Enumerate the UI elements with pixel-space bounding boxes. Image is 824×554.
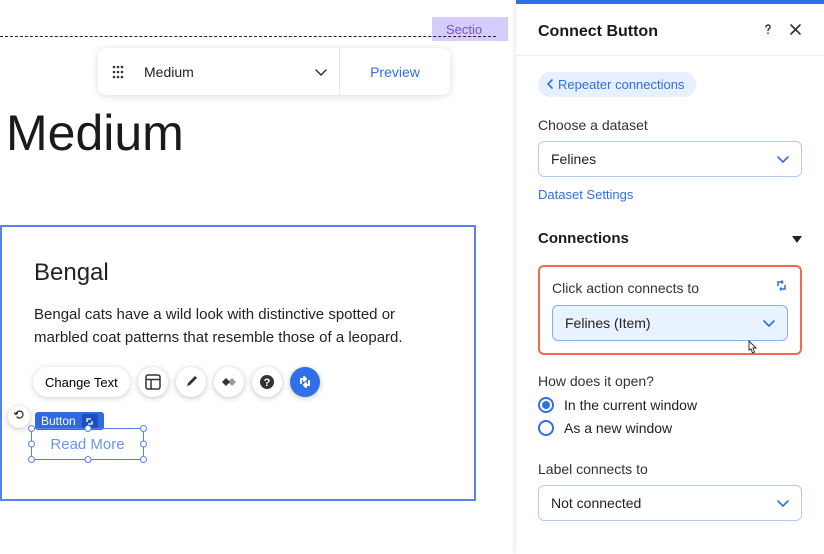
preview-button[interactable]: Preview bbox=[340, 48, 450, 95]
resize-handle[interactable] bbox=[28, 456, 35, 463]
close-icon[interactable] bbox=[789, 23, 802, 41]
preview-label: Preview bbox=[370, 64, 420, 80]
change-text-label: Change Text bbox=[45, 375, 118, 390]
heading-size-dropdown[interactable]: Medium bbox=[138, 48, 340, 95]
back-chip-label: Repeater connections bbox=[558, 77, 684, 92]
page-heading[interactable]: Medium bbox=[6, 104, 184, 162]
connect-data-icon-button[interactable] bbox=[290, 367, 320, 397]
resize-handle[interactable] bbox=[28, 425, 35, 432]
undo-icon bbox=[13, 408, 26, 426]
dataset-select-value: Felines bbox=[551, 151, 596, 167]
chevron-down-icon bbox=[315, 64, 327, 80]
resize-handle[interactable] bbox=[140, 425, 147, 432]
connections-heading: Connections bbox=[538, 230, 629, 247]
section-tag-label: Sectio bbox=[446, 22, 482, 37]
drag-handle[interactable] bbox=[98, 48, 138, 95]
click-action-highlight: Click action connects to Felines (Item) bbox=[538, 265, 802, 355]
selected-element-label: Button bbox=[41, 414, 76, 428]
radio-current-window[interactable]: In the current window bbox=[538, 397, 802, 413]
chevron-down-icon bbox=[777, 495, 789, 511]
drag-handle-icon bbox=[112, 65, 124, 79]
section-tag[interactable]: Sectio bbox=[432, 17, 508, 41]
undo-button[interactable] bbox=[8, 406, 30, 428]
animation-icon-button[interactable] bbox=[214, 367, 244, 397]
help-icon[interactable] bbox=[761, 22, 775, 41]
animation-icon bbox=[220, 375, 238, 389]
read-more-label: Read More bbox=[50, 436, 124, 453]
read-more-button[interactable]: Read More bbox=[31, 428, 144, 460]
item-title[interactable]: Bengal bbox=[34, 259, 442, 287]
top-toolbar: Medium Preview bbox=[98, 48, 450, 95]
how-open-label: How does it open? bbox=[538, 373, 802, 389]
resize-handle[interactable] bbox=[140, 441, 147, 448]
question-icon: ? bbox=[259, 374, 275, 390]
heading-size-value: Medium bbox=[144, 64, 194, 80]
radio-selected-icon bbox=[538, 397, 554, 413]
layout-icon-button[interactable] bbox=[138, 367, 168, 397]
resize-handle[interactable] bbox=[28, 441, 35, 448]
label-connects-value: Not connected bbox=[551, 495, 641, 511]
click-action-value: Felines (Item) bbox=[565, 315, 651, 331]
layout-icon bbox=[145, 374, 161, 390]
paintbrush-icon bbox=[183, 374, 199, 390]
dataset-settings-link[interactable]: Dataset Settings bbox=[538, 187, 633, 202]
dataset-select[interactable]: Felines bbox=[538, 141, 802, 177]
editor-canvas: Sectio Medium Preview Medium Bengal Beng… bbox=[0, 0, 510, 554]
radio-current-label: In the current window bbox=[564, 397, 697, 413]
panel-header: Connect Button bbox=[516, 4, 824, 56]
connect-data-icon bbox=[775, 279, 788, 297]
element-action-bar: Change Text ? bbox=[33, 367, 320, 397]
radio-unselected-icon bbox=[538, 420, 554, 436]
radio-new-window[interactable]: As a new window bbox=[538, 420, 802, 436]
caret-down-icon bbox=[792, 230, 802, 247]
click-action-label: Click action connects to bbox=[552, 280, 699, 296]
choose-dataset-label: Choose a dataset bbox=[538, 117, 802, 133]
resize-handle[interactable] bbox=[140, 456, 147, 463]
connections-section-header[interactable]: Connections bbox=[538, 218, 802, 259]
resize-handle[interactable] bbox=[84, 456, 91, 463]
chevron-down-icon bbox=[777, 151, 789, 167]
design-icon-button[interactable] bbox=[176, 367, 206, 397]
item-description[interactable]: Bengal cats have a wild look with distin… bbox=[34, 303, 442, 350]
label-connects-select[interactable]: Not connected bbox=[538, 485, 802, 521]
click-action-select[interactable]: Felines (Item) bbox=[552, 305, 788, 341]
change-text-button[interactable]: Change Text bbox=[33, 367, 130, 397]
help-icon-button[interactable]: ? bbox=[252, 367, 282, 397]
connect-data-icon bbox=[297, 374, 313, 390]
label-connects-label: Label connects to bbox=[538, 461, 802, 477]
svg-text:?: ? bbox=[263, 377, 270, 389]
connect-button-panel: Connect Button Repeater connections Choo… bbox=[516, 0, 824, 554]
chevron-left-icon bbox=[546, 77, 554, 92]
panel-title: Connect Button bbox=[538, 23, 658, 41]
back-repeater-connections[interactable]: Repeater connections bbox=[538, 72, 696, 97]
chevron-down-icon bbox=[763, 315, 775, 331]
radio-new-label: As a new window bbox=[564, 420, 672, 436]
section-divider bbox=[0, 36, 496, 37]
resize-handle[interactable] bbox=[84, 425, 91, 432]
